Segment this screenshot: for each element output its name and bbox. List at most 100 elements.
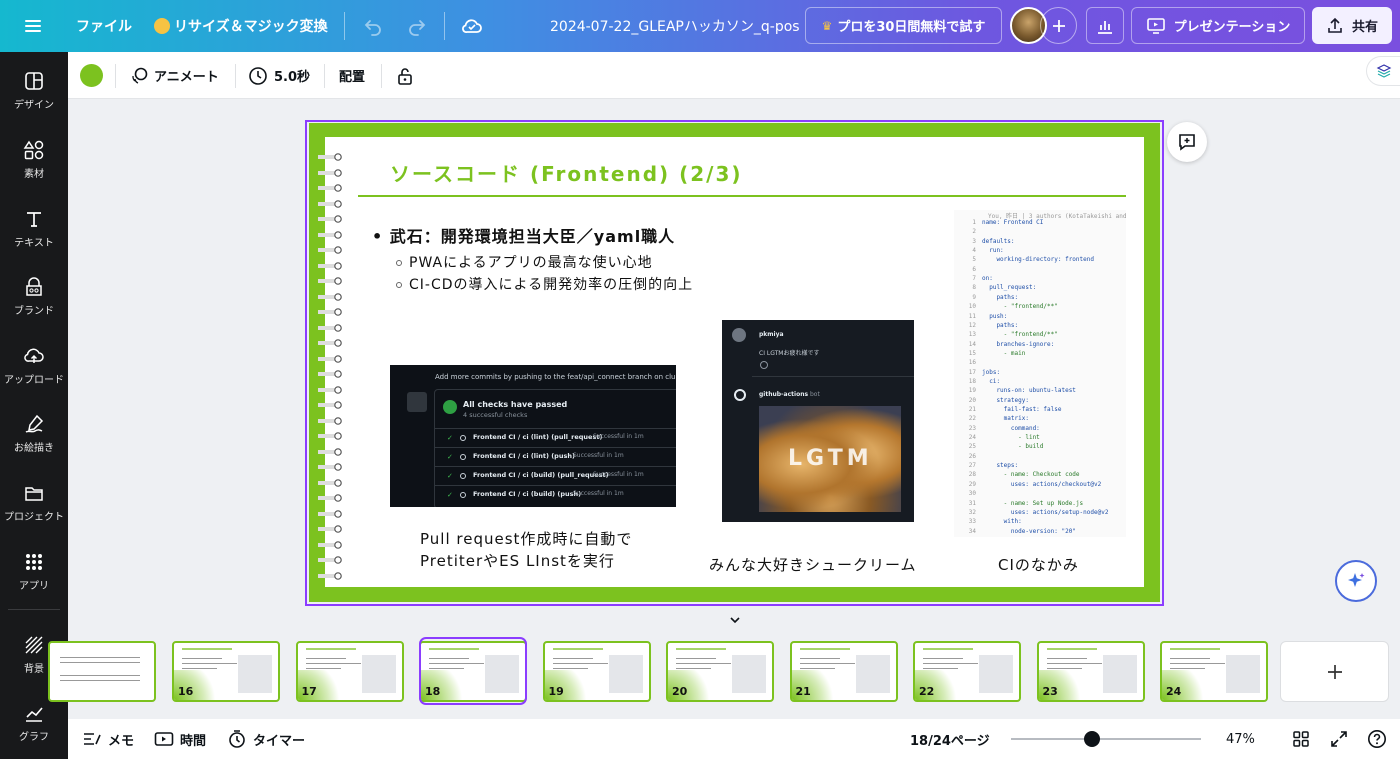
thumb-text-line (676, 668, 711, 669)
resize-magic-button[interactable]: リサイズ＆マジック変換 (154, 0, 328, 52)
notes-button[interactable]: メモ (82, 719, 134, 759)
thumb-image (1102, 655, 1137, 693)
insights-button[interactable] (1086, 7, 1124, 44)
line-number: 23 (968, 424, 976, 432)
animate-button[interactable]: アニメート (130, 52, 219, 99)
thumb-title-line (923, 648, 973, 650)
page-thumbnail[interactable] (48, 641, 156, 702)
page-thumbnail[interactable]: 20 (666, 641, 774, 702)
present-button[interactable]: プレゼンテーション (1131, 7, 1305, 44)
file-menu[interactable]: ファイル (76, 0, 132, 52)
line-number: 21 (968, 406, 976, 413)
add-page-button[interactable] (1280, 641, 1389, 702)
sidebar-item-brand[interactable]: ブランド (0, 276, 68, 317)
slide-title[interactable]: ソースコード (Frontend) (2/3) (390, 158, 743, 187)
duration-button[interactable]: 5.0秒 (248, 52, 310, 99)
resize-label: リサイズ＆マジック変換 (174, 19, 328, 35)
chat-user-2-name: github-actions (759, 391, 809, 398)
sidebar-item-design[interactable]: デザイン (0, 70, 68, 111)
lgtm-screenshot[interactable]: pkmiya CI LGTMお疲れ様です github-actions bot … (722, 320, 914, 522)
thumb-text-line (60, 662, 140, 663)
page-thumbnail[interactable]: 23 (1036, 641, 1145, 702)
page-thumbnail[interactable]: 17 (295, 641, 404, 702)
line-number: 7 (972, 275, 976, 283)
magic-button[interactable] (1335, 560, 1377, 602)
divider (444, 12, 445, 40)
check-result: Successful in 1m (573, 452, 624, 459)
share-icon (1328, 17, 1342, 33)
notebook-ring (318, 394, 342, 409)
sidebar-item-elements[interactable]: 素材 (0, 139, 68, 180)
check-icon: ✓ (447, 472, 453, 480)
page-thumbnail[interactable]: 22 (913, 641, 1021, 702)
notebook-ring (318, 270, 342, 285)
line-number: 10 (968, 303, 976, 311)
code-line: 31 - name: Set up Node.js (954, 500, 1083, 507)
pro-trial-button[interactable]: ♛ プロを30日間無料で試す (805, 7, 1002, 44)
thumb-text-line (676, 663, 731, 664)
zoom-slider[interactable] (1011, 731, 1201, 747)
time-button[interactable]: 時間 (154, 719, 206, 759)
thumb-text-line (799, 668, 835, 669)
checks-screenshot[interactable]: Add more commits by pushing to the feat/… (390, 365, 676, 507)
page-indicator[interactable]: 18/24ページ (910, 719, 990, 759)
comment-button[interactable] (1167, 122, 1207, 162)
caption-checks-line2[interactable]: PretiterやES LInstを実行 (420, 550, 615, 571)
zoom-level[interactable]: 47% (1226, 719, 1255, 759)
cloud-save-button[interactable] (460, 0, 484, 52)
lock-button[interactable] (395, 52, 415, 99)
code-line: 1 name: Frontend CI (954, 219, 1043, 226)
undo-button[interactable] (362, 0, 384, 52)
page-number: 20 (672, 685, 688, 698)
check-icon: ✓ (447, 434, 453, 442)
bullet-main[interactable]: • 武石：開発環境担当大臣／yaml職人 (372, 223, 675, 247)
share-button[interactable]: 共有 (1312, 7, 1392, 44)
sidebar-item-uploads[interactable]: アップロード (0, 345, 68, 386)
redo-button[interactable] (406, 0, 428, 52)
color-picker-button[interactable] (80, 52, 103, 99)
sparkle-icon (1348, 573, 1365, 587)
page-thumbnail[interactable]: 19 (542, 641, 651, 702)
line-number: 32 (968, 508, 976, 516)
document-title[interactable]: 2024-07-22_GLEAPハッカソン_q-pos (550, 0, 800, 52)
page-number: 22 (919, 685, 935, 698)
code-text: uses: actions/setup-node@v2 (982, 508, 1109, 516)
line-number: 34 (968, 527, 976, 535)
page-number: 21 (795, 685, 811, 698)
thumb-text-line (60, 657, 140, 658)
page-thumbnail[interactable]: 24 (1160, 641, 1268, 702)
sub-bullet-2[interactable]: CI-CDの導入による開発効率の圧倒的向上 (396, 274, 693, 294)
menu-button[interactable] (22, 0, 44, 52)
line-number: 27 (968, 462, 976, 470)
assistant-tab[interactable] (1366, 56, 1400, 86)
current-page-highlight (419, 637, 527, 705)
sidebar-item-text[interactable]: テキスト (0, 208, 68, 249)
thumb-image (1226, 655, 1260, 693)
sidebar-item-label: アプリ (19, 581, 49, 592)
fullscreen-button[interactable] (1330, 719, 1348, 759)
collapse-filmstrip-button[interactable] (700, 613, 770, 627)
arrange-button[interactable]: 配置 (339, 52, 365, 99)
caption-cream-puff[interactable]: みんな大好きシュークリーム (709, 554, 917, 575)
invite-button[interactable] (1040, 7, 1077, 44)
timer-button[interactable]: タイマー (227, 719, 305, 759)
caption-checks-line1[interactable]: Pull request作成時に自動で (420, 528, 632, 549)
sidebar-item-projects[interactable]: プロジェクト (0, 482, 68, 523)
page-thumbnail[interactable]: 21 (789, 641, 898, 702)
grid-view-button[interactable] (1292, 719, 1310, 759)
sub-bullet-1[interactable]: PWAによるアプリの最高な使い心地 (396, 252, 653, 272)
help-button[interactable] (1367, 719, 1387, 759)
caption-ci[interactable]: CIのなかみ (998, 554, 1079, 575)
zoom-slider-knob[interactable] (1083, 731, 1100, 747)
code-line: 14 branches-ignore: (954, 341, 1054, 348)
thumb-text-line (182, 658, 222, 659)
code-line: 18 ci: (954, 378, 1000, 385)
page-thumbnail[interactable]: 16 (172, 641, 280, 702)
canva-editor: ファイル リサイズ＆マジック変換 2024-07-22_GLEAPハッカソン_q… (0, 0, 1400, 759)
line-number: 29 (968, 480, 976, 488)
sidebar-item-apps[interactable]: アプリ (0, 551, 68, 592)
ci-yaml-screenshot[interactable]: You, 昨日 | 3 authors (KotaTakeishi and on… (954, 210, 1126, 537)
sidebar-item-draw[interactable]: お絵描き (0, 413, 68, 454)
chevron-down-icon (730, 617, 740, 624)
sidebar-item-charts[interactable]: グラフ (0, 702, 68, 743)
